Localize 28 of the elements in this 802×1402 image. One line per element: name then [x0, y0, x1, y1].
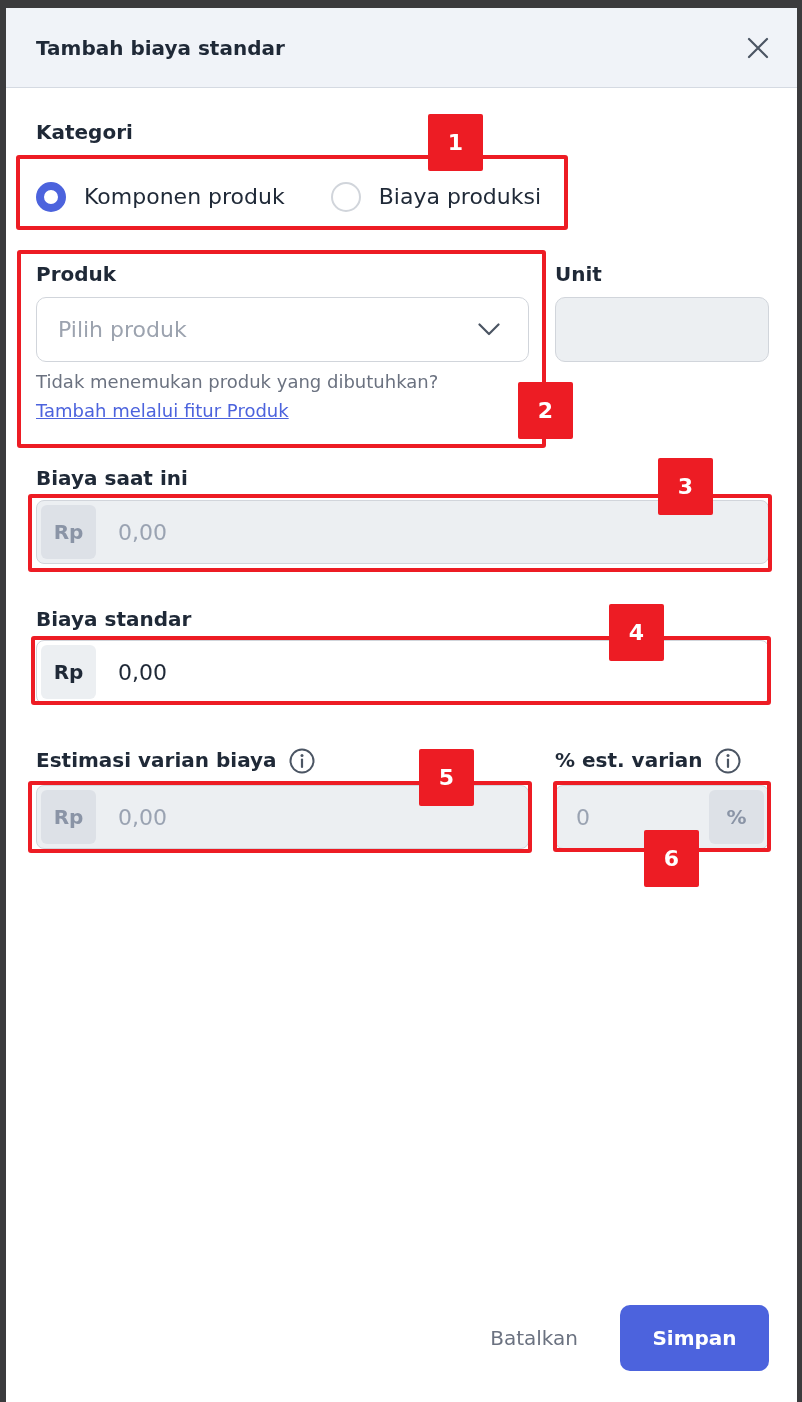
currency-prefix: Rp — [41, 790, 96, 844]
field-label: Produk — [36, 262, 117, 286]
percent-suffix: % — [709, 790, 764, 844]
field-label: Estimasi varian biaya — [36, 748, 277, 772]
callout-badge: 6 — [644, 830, 699, 887]
currency-prefix: Rp — [41, 505, 96, 559]
currency-prefix: Rp — [41, 645, 96, 699]
field-label: Unit — [555, 262, 602, 286]
radio-option[interactable]: Komponen produk — [36, 182, 285, 212]
callout-badge: 2 — [518, 382, 573, 439]
callout-badge: 1 — [428, 114, 483, 171]
save-button[interactable]: Simpan — [620, 1305, 769, 1371]
dialog-title: Tambah biaya standar — [36, 35, 285, 60]
close-button[interactable] — [747, 36, 769, 59]
add-product-link[interactable]: Tambah melalui fitur Produk — [36, 399, 289, 423]
callout-badge: 5 — [419, 749, 474, 806]
callout-badge: 4 — [609, 604, 664, 661]
field-label: Biaya saat ini — [36, 466, 188, 490]
close-icon — [747, 36, 769, 59]
helper-text: Tidak menemukan produk yang dibutuhkan? — [36, 370, 439, 394]
callout-badge: 3 — [658, 458, 713, 515]
cancel-button[interactable]: Batalkan — [490, 1326, 578, 1350]
field-label: Biaya standar — [36, 607, 192, 631]
field-label: % est. varian — [555, 748, 703, 772]
radio-option[interactable]: Biaya produksi — [330, 182, 542, 212]
amount-field[interactable]: Rp 0,00 — [36, 640, 769, 704]
field-label: Kategori — [36, 120, 133, 144]
chevron-down-icon — [478, 323, 500, 336]
